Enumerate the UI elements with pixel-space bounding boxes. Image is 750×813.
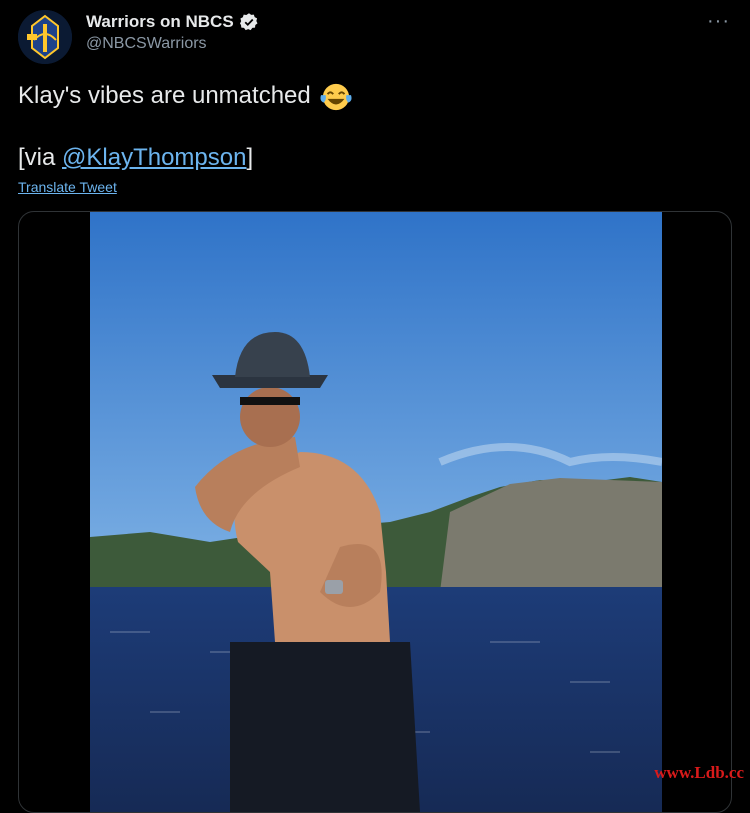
tweet-text-line: Klay's vibes are unmatched bbox=[18, 82, 311, 109]
user-handle[interactable]: @NBCSWarriors bbox=[86, 35, 259, 53]
video-frame[interactable] bbox=[90, 212, 662, 812]
verified-badge-icon bbox=[239, 13, 258, 31]
tweet-text: Klay's vibes are unmatched bbox=[18, 80, 732, 112]
watermark: www.Ldb.cc bbox=[654, 763, 744, 782]
display-name-text[interactable]: Warriors on NBCS bbox=[86, 12, 234, 32]
display-name[interactable]: Warriors on NBCS bbox=[86, 12, 259, 32]
via-line: [via @KlayThompson] bbox=[18, 144, 253, 172]
media-container[interactable] bbox=[18, 211, 732, 813]
more-options-icon[interactable]: ··· bbox=[707, 10, 730, 33]
mention-link[interactable]: @KlayThompson bbox=[62, 144, 246, 171]
via-prefix: [via bbox=[18, 144, 63, 171]
translate-tweet-link[interactable]: Translate Tweet bbox=[18, 179, 117, 195]
avatar[interactable] bbox=[18, 10, 72, 64]
via-suffix: ] bbox=[246, 144, 254, 171]
tears-of-joy-emoji-icon bbox=[320, 83, 352, 110]
tweet-header: Warriors on NBCS @NBCSWarriors ··· bbox=[18, 8, 732, 64]
